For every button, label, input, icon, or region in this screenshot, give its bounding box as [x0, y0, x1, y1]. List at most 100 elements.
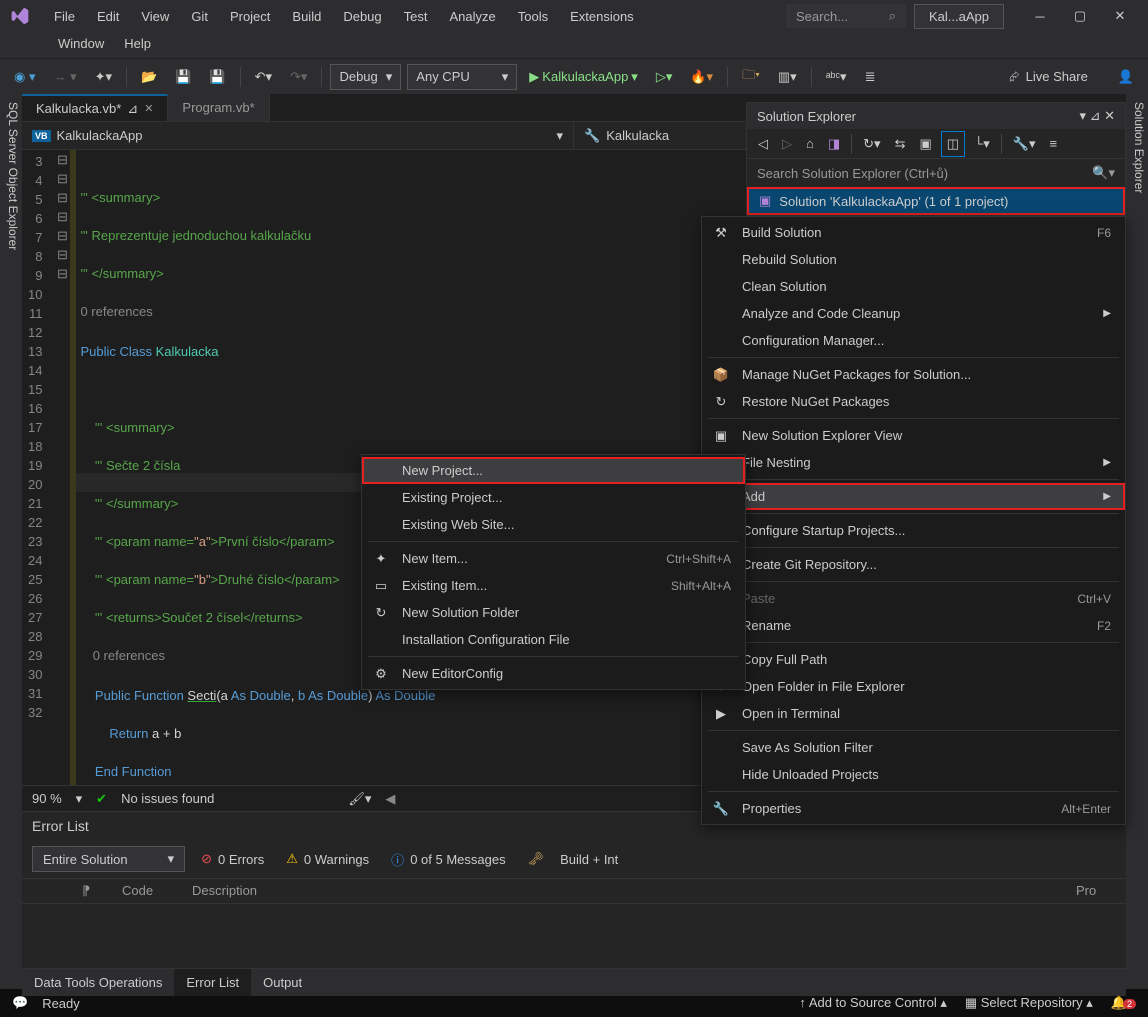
col-code[interactable]: Code [122, 883, 192, 899]
pin-icon[interactable]: ⊿ [127, 101, 138, 117]
errors-filter[interactable]: ⊘0 Errors [195, 849, 270, 869]
menu-item[interactable]: ▭Existing Item...Shift+Alt+A [362, 572, 745, 599]
menu-item[interactable]: Clean Solution [702, 273, 1125, 300]
menu-item[interactable]: ⚒Build SolutionF6 [702, 219, 1125, 246]
menu-item[interactable]: ✦New Item...Ctrl+Shift+A [362, 545, 745, 572]
properties-button[interactable]: 🔧▾ [1008, 132, 1041, 156]
scroll-left-icon[interactable]: ◀ [385, 791, 395, 807]
collapse-button[interactable]: ▣ [914, 132, 936, 156]
menu-item[interactable]: ↻Restore NuGet Packages [702, 388, 1125, 415]
solution-explorer-rail[interactable]: Solution Explorer [1126, 94, 1148, 989]
solution-node[interactable]: ▣ Solution 'KalkulackaApp' (1 of 1 proje… [747, 187, 1125, 215]
col-icon[interactable]: ⁋ [82, 883, 122, 899]
minimize-button[interactable]: ─ [1020, 2, 1060, 30]
menu-item[interactable]: Configuration Manager... [702, 327, 1125, 354]
col-project[interactable]: Pro [1076, 883, 1116, 899]
menu-edit[interactable]: Edit [87, 5, 129, 28]
menu-build[interactable]: Build [282, 5, 331, 28]
source-control-button[interactable]: ↑ Add to Source Control ▴ [799, 995, 946, 1011]
menu-item[interactable]: ⊡RenameF2 [702, 612, 1125, 639]
redo-button[interactable]: ↷▾ [284, 65, 313, 89]
show-all-button[interactable]: ◫ [941, 131, 965, 157]
warnings-filter[interactable]: ⚠0 Warnings [280, 849, 375, 869]
fwd-button[interactable]: ▷ [777, 132, 797, 156]
menu-item[interactable]: ✦Create Git Repository... [702, 551, 1125, 578]
menu-item[interactable]: Save As Solution Filter [702, 734, 1125, 761]
menu-item[interactable]: File Nesting▶ [702, 449, 1125, 476]
nav-project-dropdown[interactable]: VBKalkulackaApp▾ [22, 122, 574, 149]
chat-icon[interactable]: 💬 [12, 995, 28, 1011]
hot-reload-icon[interactable]: 🔥▾ [684, 65, 719, 89]
menu-file[interactable]: File [44, 5, 85, 28]
tab-error-list[interactable]: Error List [174, 969, 251, 996]
fold-column[interactable]: ⊟⊟⊟⊟⊟⊟⊟ [54, 150, 70, 785]
tab-program[interactable]: Program.vb* [168, 94, 269, 121]
close-tab-icon[interactable]: ✕ [144, 102, 153, 115]
nav-back-button[interactable]: ◉ ▾ [8, 65, 41, 89]
tab-output[interactable]: Output [251, 969, 314, 996]
menu-project[interactable]: Project [220, 5, 280, 28]
abc-button[interactable]: ᵃᵇᶜ▾ [820, 65, 853, 89]
menu-view[interactable]: View [131, 5, 179, 28]
messages-filter[interactable]: ⓘ0 of 5 Messages [385, 848, 511, 871]
live-share-button[interactable]: ⮳Live Share [1009, 69, 1088, 85]
autohide-icon[interactable]: ▾ ⊿ ✕ [1079, 108, 1115, 123]
undo-button[interactable]: ↶▾ [249, 65, 278, 89]
menu-item[interactable]: ▣New Solution Explorer View [702, 422, 1125, 449]
menu-item[interactable]: 🔧PropertiesAlt+Enter [702, 795, 1125, 822]
scope-dropdown[interactable]: Entire Solution▾ [32, 846, 185, 872]
tree-button[interactable]: └▾ [969, 132, 995, 156]
tab-kalkulacka[interactable]: Kalkulacka.vb*⊿✕ [22, 94, 168, 121]
menu-item[interactable]: Existing Web Site... [362, 511, 745, 538]
menu-help[interactable]: Help [114, 32, 161, 55]
solution-search[interactable]: Search Solution Explorer (Ctrl+ů) 🔍▾ [747, 159, 1125, 187]
menu-item[interactable]: Analyze and Code Cleanup▶ [702, 300, 1125, 327]
menu-item[interactable]: Rebuild Solution [702, 246, 1125, 273]
comment-button[interactable]: ≣ [859, 65, 882, 89]
menu-item[interactable]: ↻New Solution Folder [362, 599, 745, 626]
bell-icon[interactable]: 🔔2 [1111, 995, 1136, 1011]
save-button[interactable]: 💾 [169, 65, 197, 89]
back-button[interactable]: ◁ [753, 132, 773, 156]
menu-item[interactable]: Hide Unloaded Projects [702, 761, 1125, 788]
run-no-debug-button[interactable]: ▷▾ [650, 65, 679, 89]
account-icon[interactable]: 👤 [1112, 65, 1140, 89]
switch-views-button[interactable]: ◨ [823, 132, 845, 156]
col-description[interactable]: Description [192, 883, 1076, 899]
menu-debug[interactable]: Debug [333, 5, 391, 28]
menu-item[interactable]: ⚙Configure Startup Projects... [702, 517, 1125, 544]
brush-icon[interactable]: 🖌▾ [348, 791, 371, 807]
menu-git[interactable]: Git [181, 5, 218, 28]
menu-item[interactable]: Installation Configuration File [362, 626, 745, 653]
browse-button[interactable]: 🗀▾ [736, 62, 766, 92]
repo-button[interactable]: ▦ Select Repository ▴ [965, 995, 1093, 1011]
menu-tools[interactable]: Tools [508, 5, 558, 28]
menu-item[interactable]: ▶Open in Terminal [702, 700, 1125, 727]
window-button[interactable]: ▥▾ [772, 65, 803, 89]
menu-window[interactable]: Window [48, 32, 114, 55]
menu-item[interactable]: ⚙New EditorConfig [362, 660, 745, 687]
new-button[interactable]: ✦▾ [89, 65, 118, 89]
menu-test[interactable]: Test [394, 5, 438, 28]
sql-server-rail[interactable]: SQL Server Object Explorer [0, 94, 22, 989]
preview-button[interactable]: ≡ [1045, 132, 1063, 155]
menu-analyze[interactable]: Analyze [439, 5, 505, 28]
menu-item[interactable]: Existing Project... [362, 484, 745, 511]
menu-item[interactable]: ↻Open Folder in File Explorer [702, 673, 1125, 700]
menu-extensions[interactable]: Extensions [560, 5, 644, 28]
home-button[interactable]: ⌂ [801, 132, 819, 155]
menu-item[interactable]: New Project... [362, 457, 745, 484]
maximize-button[interactable]: ▢ [1060, 2, 1100, 30]
issues-label[interactable]: No issues found [121, 791, 214, 806]
search-input[interactable]: Search... ⌕ [786, 4, 906, 28]
platform-dropdown[interactable]: Any CPU▾ [407, 64, 517, 90]
build-filter[interactable]: Build + Int [560, 852, 618, 867]
menu-item[interactable]: 📦Manage NuGet Packages for Solution... [702, 361, 1125, 388]
sync-button[interactable]: ↻▾ [858, 132, 885, 156]
zoom-level[interactable]: 90 % [32, 791, 62, 806]
tab-data-tools[interactable]: Data Tools Operations [22, 969, 174, 996]
save-all-button[interactable]: 💾 [203, 65, 231, 89]
config-dropdown[interactable]: Debug▾ [330, 64, 401, 90]
open-button[interactable]: 📂 [135, 65, 163, 89]
close-button[interactable]: ✕ [1100, 2, 1140, 30]
